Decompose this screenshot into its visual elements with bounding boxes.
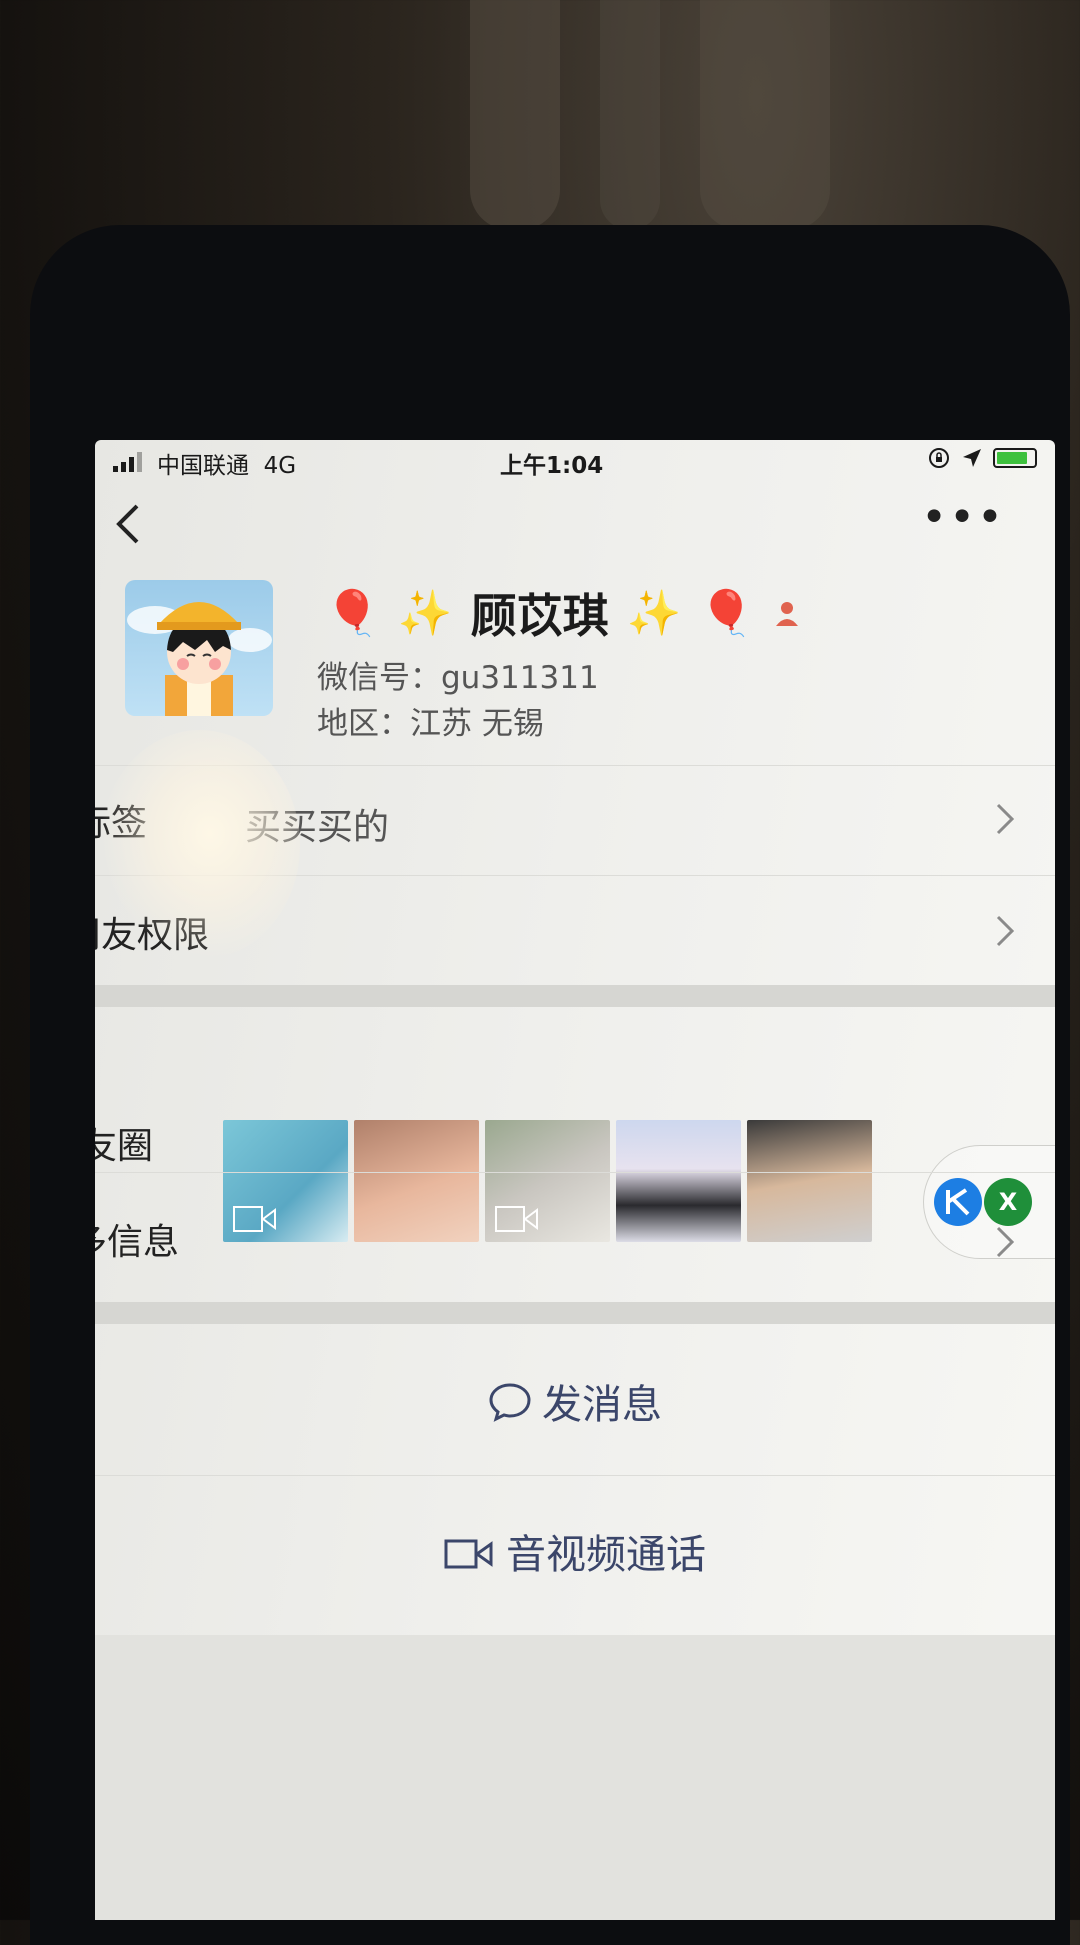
background-stripe (600, 0, 660, 230)
send-message-button[interactable]: 发消息 (95, 1335, 1055, 1475)
network-type: 4G (263, 453, 297, 479)
tags-row[interactable]: 标签 买买买的 (95, 765, 1055, 876)
av-call-button[interactable]: 音视频通话 (95, 1485, 1055, 1625)
status-time: 上午1:04 (500, 453, 604, 479)
wechat-id: 微信号：gu311311 (317, 660, 599, 696)
background-stripe (470, 0, 560, 230)
send-message-label: 发消息 (542, 1382, 662, 1428)
tags-label: 标签 (95, 803, 148, 844)
region: 地区：江苏 无锡 (317, 706, 544, 742)
battery-icon (993, 448, 1037, 468)
sparkles-emoji: ✨ (397, 588, 453, 639)
location-icon (963, 449, 981, 467)
more-options-button[interactable]: ••• (921, 492, 1005, 543)
rotation-lock-icon (929, 448, 949, 468)
chevron-left-icon (116, 504, 139, 544)
carrier-label: 中国联通 4G (157, 453, 297, 479)
balloon-emoji: 🎈 (699, 588, 755, 639)
chevron-right-icon (995, 1223, 1015, 1269)
section-divider (95, 1302, 1055, 1324)
status-bar: 中国联通 4G 上午1:04 (95, 440, 1055, 496)
background-stripe (700, 0, 830, 230)
tags-value: 买买买的 (245, 807, 390, 848)
profile-screen: 中国联通 4G 上午1:04 ••• 🎈 ✨ 顾苡琪 ✨ 🎈 微信号：gu311… (95, 440, 1055, 1920)
section-divider (95, 985, 1055, 1007)
back-button[interactable] (113, 502, 143, 557)
chevron-right-icon (995, 912, 1015, 958)
moments-label: 朋友圈 (95, 1126, 154, 1167)
balloon-emoji: 🎈 (325, 588, 380, 639)
sparkles-emoji: ✨ (626, 588, 682, 639)
friend-permissions-label: 朋友权限 (95, 915, 210, 956)
bottom-area (95, 1635, 1055, 1920)
signal-icon (113, 450, 142, 472)
more-info-label: 更多信息 (95, 1222, 180, 1263)
contact-name: 顾苡琪 (470, 589, 609, 643)
status-icons (927, 446, 1037, 470)
gender-icon (776, 602, 799, 626)
cartoon-avatar-icon (127, 602, 272, 716)
av-call-label: 音视频通话 (506, 1532, 706, 1578)
chevron-right-icon (995, 800, 1015, 846)
video-call-icon (444, 1539, 493, 1569)
chat-bubble-icon (489, 1383, 531, 1422)
friend-permissions-row[interactable]: 朋友权限 (95, 875, 1055, 986)
avatar[interactable] (125, 580, 273, 716)
more-info-row[interactable]: 更多信息 (95, 1172, 1055, 1303)
name-row: 🎈 ✨ 顾苡琪 ✨ 🎈 (325, 580, 802, 646)
action-separator (95, 1475, 1055, 1476)
